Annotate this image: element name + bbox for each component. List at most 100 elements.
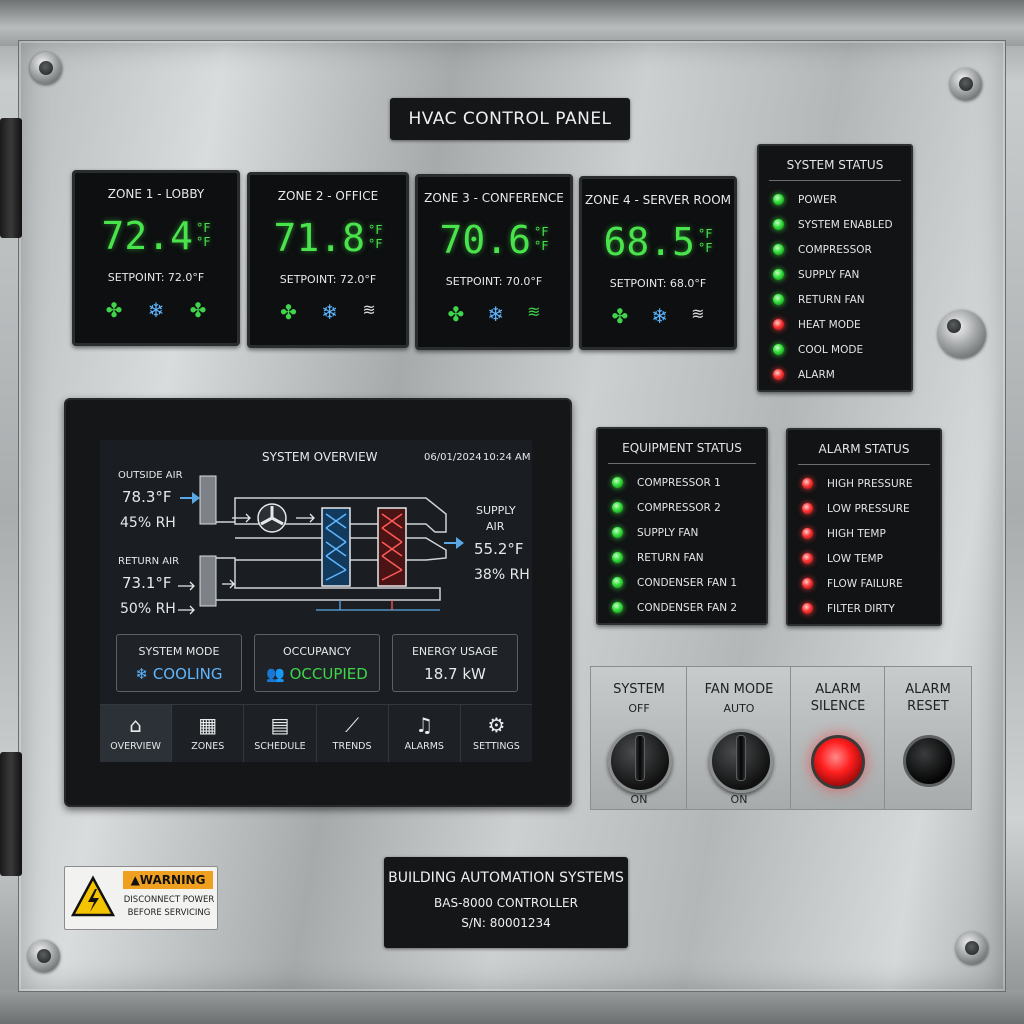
fan-mode-selector-knob[interactable] [709, 729, 773, 793]
panel-heading: ALARM STATUS [798, 430, 930, 465]
indicator-label: CONDENSER FAN 1 [637, 576, 738, 589]
system-status-panel: SYSTEM STATUS POWER SYSTEM ENABLED COMPRES… [757, 144, 913, 392]
heat-icon: ≋ [362, 300, 376, 319]
manufacturer-nameplate: BUILDING AUTOMATION SYSTEMS BAS-8000 CON… [384, 857, 628, 948]
calendar-icon: ▤ [270, 713, 290, 737]
panel-heading: EQUIPMENT STATUS [608, 429, 756, 464]
nav-trends[interactable]: ⟋ TRENDS [317, 705, 389, 762]
led-red [802, 578, 813, 589]
led-red [802, 528, 813, 539]
warning-line-1: DISCONNECT POWER [123, 895, 215, 905]
led-green [773, 194, 784, 205]
status-indicator: RETURN FAN [612, 545, 766, 570]
tile-label: OCCUPANCY [283, 645, 351, 658]
indicator-label: RETURN FAN [798, 293, 865, 306]
indicator-label: COMPRESSOR [798, 243, 872, 256]
status-indicator: LOW TEMP [802, 546, 940, 571]
indicator-label: FLOW FAILURE [827, 577, 903, 590]
door-latch[interactable] [938, 310, 986, 358]
unit-bottom: °F [196, 235, 211, 249]
alarm-silence-button[interactable] [811, 735, 865, 789]
warning-heading-text: WARNING [139, 873, 206, 887]
indicator-label: SUPPLY FAN [637, 526, 699, 539]
energy-usage-tile[interactable]: ENERGY USAGE 18.7 kW [392, 634, 518, 692]
status-indicator: CONDENSER FAN 2 [612, 595, 766, 620]
switch-position-bottom: ON [630, 793, 648, 806]
status-indicator: COMPRESSOR 1 [612, 470, 766, 495]
cooling-coil [321, 507, 351, 587]
zone-setpoint: SETPOINT: 72.0°F [107, 271, 205, 284]
tile-label: ENERGY USAGE [411, 645, 498, 658]
screw-bottom-right [956, 932, 988, 964]
led-red [802, 603, 813, 614]
heat-icon: ≋ [691, 304, 705, 323]
nav-alarms[interactable]: ♫ ALARMS [389, 705, 461, 762]
nav-schedule[interactable]: ▤ SCHEDULE [244, 705, 317, 762]
nameplate-line-1: BUILDING AUTOMATION SYSTEMS [388, 870, 624, 886]
indicator-label: POWER [798, 193, 837, 206]
return-air-damper [199, 555, 217, 607]
white-arrows [178, 513, 315, 615]
bell-icon: ♫ [415, 713, 434, 737]
fan-icon: ✤ [105, 298, 123, 322]
people-icon: 👥 [266, 665, 290, 683]
fan-mode-switch-cell: FAN MODE AUTO ON [686, 666, 792, 810]
nav-settings[interactable]: ⚙ SETTINGS [461, 705, 532, 762]
zone-temp-value: 71.8 [273, 216, 366, 260]
snowflake-icon: ❄ [135, 665, 153, 683]
switch-label: FAN MODE [704, 682, 774, 697]
fan-icon: ✤ [189, 298, 207, 322]
zone-display-1: ZONE 1 - LOBBY 72.4 °F °F SETPOINT: 72.0°… [72, 170, 240, 346]
fan-icon: ✤ [447, 302, 465, 326]
zone-name: ZONE 2 - OFFICE [277, 189, 379, 203]
indicator-label: HIGH TEMP [827, 527, 886, 540]
zone-name: ZONE 3 - CONFERENCE [424, 191, 564, 205]
occupancy-tile[interactable]: OCCUPANCY 👥 OCCUPIED [254, 634, 380, 692]
led-green [612, 527, 623, 538]
led-green [612, 577, 623, 588]
grid-icon: ▦ [198, 713, 218, 737]
zone-temperature: 71.8 °F °F [250, 219, 406, 257]
unit-top: °F [196, 221, 211, 235]
caution-icon: ▲ [130, 873, 140, 887]
status-indicator: FLOW FAILURE [802, 571, 940, 596]
screw-bottom-left [28, 940, 60, 972]
pipe-lines [316, 600, 440, 611]
system-mode-tile[interactable]: SYSTEM MODE ❄ COOLING [116, 634, 242, 692]
led-green [773, 294, 784, 305]
warning-heading: ▲WARNING [123, 871, 213, 889]
system-switch-cell: SYSTEM OFF ON [590, 666, 688, 810]
nav-label: ZONES [191, 741, 225, 752]
nav-overview[interactable]: ⌂ OVERVIEW [100, 705, 173, 762]
touchscreen[interactable]: SYSTEM OVERVIEW 06/01/2024 10:24 AM OUTS… [100, 440, 532, 762]
status-indicator: HEAT MODE [773, 312, 911, 337]
status-indicator: RETURN FAN [773, 287, 911, 312]
snowflake-icon: ❄ [321, 300, 339, 324]
switch-position-top: OFF [628, 702, 650, 715]
zone-temperature: 68.5 °F °F [582, 223, 734, 261]
nav-zones[interactable]: ▦ ZONES [172, 705, 245, 762]
nav-label: OVERVIEW [110, 741, 161, 752]
alarm-reset-cell: ALARM RESET [884, 666, 972, 810]
unit-top: °F [534, 225, 549, 239]
supply-fan-icon [257, 503, 287, 533]
system-selector-knob[interactable] [608, 729, 672, 793]
alarm-reset-button[interactable] [903, 735, 955, 787]
status-indicator: FILTER DIRTY [802, 596, 940, 621]
status-indicator: LOW PRESSURE [802, 496, 940, 521]
nav-label: SCHEDULE [254, 741, 306, 752]
status-indicator: COOL MODE [773, 337, 911, 362]
heat-icon: ≋ [527, 302, 541, 321]
led-red [773, 369, 784, 380]
zone-setpoint: SETPOINT: 70.0°F [445, 275, 543, 288]
indicator-label: ALARM [798, 368, 835, 381]
heating-coil [377, 507, 407, 587]
equipment-status-panel: EQUIPMENT STATUS COMPRESSOR 1 COMPRESSOR … [596, 427, 768, 625]
unit-bottom: °F [534, 239, 549, 253]
warning-label: ▲WARNING DISCONNECT POWER BEFORE SERVICI… [64, 866, 218, 930]
indicator-label: LOW TEMP [827, 552, 883, 565]
unit-top: °F [368, 223, 383, 237]
gear-icon: ⚙ [487, 713, 506, 737]
indicator-label: SYSTEM ENABLED [798, 218, 893, 231]
panel-title: HVAC CONTROL PANEL [390, 98, 630, 140]
